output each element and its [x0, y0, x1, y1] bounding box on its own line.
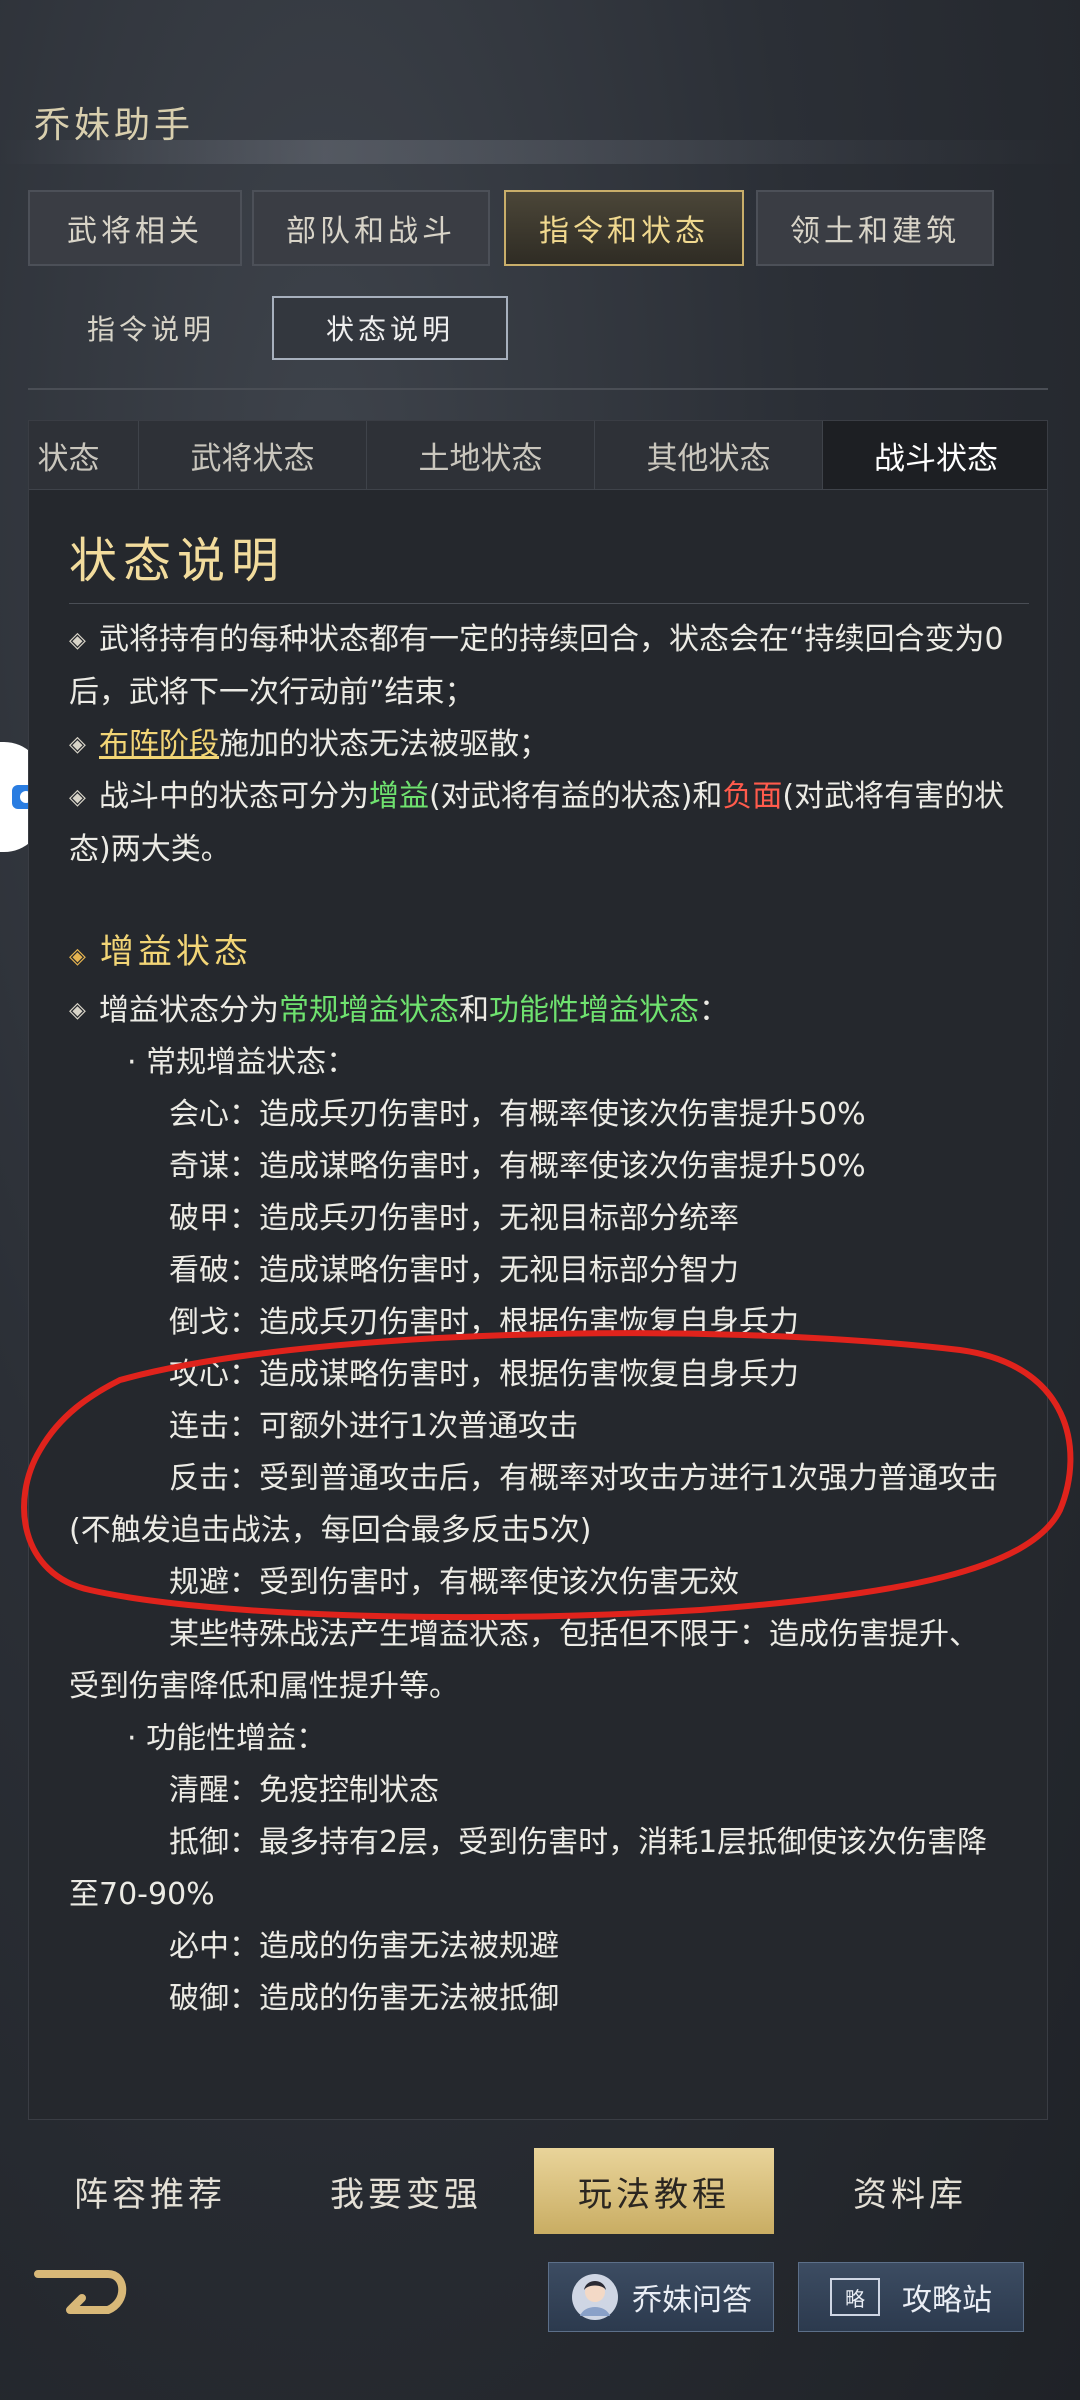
- list-item-resist-cont: 至70-90%: [69, 1877, 215, 1912]
- special-note-line-2: 受到伤害降低和属性提升等。: [69, 1669, 459, 1704]
- list-item: 奇谋：造成谋略伤害时，有概率使该次伤害提升50%: [169, 1149, 866, 1184]
- diamond-bullet-icon: ◈: [69, 732, 86, 757]
- functional-buff-title: · 功能性增益：: [127, 1721, 327, 1756]
- back-arrow-icon[interactable]: [30, 2262, 130, 2322]
- regular-buff-title: · 常规增益状态：: [127, 1045, 357, 1080]
- diamond-bullet-icon: ◈: [69, 998, 86, 1023]
- subtab-state-desc[interactable]: 状态说明: [272, 296, 508, 360]
- guide-badge-icon: 略: [830, 2278, 880, 2316]
- list-item: 破御：造成的伤害无法被抵御: [169, 1981, 559, 2016]
- nav-lineup[interactable]: 阵容推荐: [40, 2148, 260, 2234]
- qa-label: 乔妹问答: [632, 2283, 752, 2318]
- bottom-nav: 阵容推荐 我要变强 玩法教程 资料库: [0, 2148, 1080, 2238]
- nav-get-stronger[interactable]: 我要变强: [296, 2148, 516, 2234]
- state-tab-other[interactable]: 其他状态: [595, 421, 823, 489]
- intro-paragraph-3: ◈ 战斗中的状态可分为增益(对武将有益的状态)和负面(对武将有害的状态)两大类。: [69, 771, 1029, 876]
- content-panel: 状态 武将状态 土地状态 其他状态 战斗状态 状态说明 ◈ 武将持有的每种状态都有…: [28, 420, 1048, 2120]
- header-brush-stroke: [0, 140, 1080, 164]
- list-item-counter-note: (不触发追击战法，每回合最多反击5次): [69, 1513, 592, 1548]
- page-heading: 状态说明: [69, 521, 1029, 604]
- special-note-line-1: 某些特殊战法产生增益状态，包括但不限于：造成伤害提升、: [169, 1617, 979, 1652]
- diamond-bullet-icon: ◈: [69, 627, 86, 653]
- diamond-bullet-icon: ◈: [69, 943, 90, 969]
- list-item: 看破：造成谋略伤害时，无视目标部分智力: [169, 1253, 739, 1288]
- list-item: 倒戈：造成兵刃伤害时，根据伤害恢复自身兵力: [169, 1305, 799, 1340]
- tab-commands-states[interactable]: 指令和状态: [504, 190, 744, 266]
- tab-general[interactable]: 武将相关: [28, 190, 242, 266]
- state-tab-battle[interactable]: 战斗状态: [823, 421, 1047, 489]
- tab-territory-buildings[interactable]: 领土和建筑: [756, 190, 994, 266]
- section-divider: [28, 388, 1048, 390]
- list-item: 破甲：造成兵刃伤害时，无视目标部分统率: [169, 1201, 739, 1236]
- buff-section-title: ◈ 增益状态: [69, 931, 252, 972]
- list-item: 连击：可额外进行1次普通攻击: [169, 1409, 579, 1444]
- diamond-bullet-icon: ◈: [69, 784, 86, 810]
- state-tab-land[interactable]: 土地状态: [367, 421, 595, 489]
- content-body: 状态说明 ◈ 武将持有的每种状态都有一定的持续回合，状态会在“持续回合变为0后，武…: [69, 521, 1029, 2025]
- qa-button[interactable]: 乔妹问答: [548, 2262, 774, 2332]
- state-tab-partial[interactable]: 状态: [29, 421, 139, 489]
- subtab-command-desc[interactable]: 指令说明: [56, 296, 246, 360]
- list-item-dodge: 规避：受到伤害时，有概率使该次伤害无效: [169, 1565, 739, 1600]
- guide-button[interactable]: 略 攻略站: [798, 2262, 1024, 2332]
- list-item: 会心：造成兵刃伤害时，有概率使该次伤害提升50%: [169, 1097, 866, 1132]
- state-tabs-bar: 状态 武将状态 土地状态 其他状态 战斗状态: [29, 421, 1047, 490]
- nav-tutorial[interactable]: 玩法教程: [534, 2148, 774, 2234]
- list-item-resist: 抵御：最多持有2层，受到伤害时，消耗1层抵御使该次伤害降: [169, 1825, 988, 1860]
- intro-paragraph-2: ◈ 布阵阶段施加的状态无法被驱散；: [69, 719, 1029, 772]
- state-tab-general[interactable]: 武将状态: [139, 421, 367, 489]
- tab-troops-battle[interactable]: 部队和战斗: [252, 190, 490, 266]
- deploy-phase-link[interactable]: 布阵阶段: [99, 727, 219, 762]
- buff-lead: ◈ 增益状态分为常规增益状态和功能性增益状态：: [69, 985, 1029, 1038]
- intro-paragraph-1: ◈ 武将持有的每种状态都有一定的持续回合，状态会在“持续回合变为0后，武将下一次行…: [69, 614, 1029, 719]
- list-item: 攻心：造成谋略伤害时，根据伤害恢复自身兵力: [169, 1357, 799, 1392]
- avatar-icon: [572, 2274, 618, 2320]
- nav-database[interactable]: 资料库: [800, 2148, 1020, 2234]
- list-item: 清醒：免疫控制状态: [169, 1773, 439, 1808]
- list-item: 必中：造成的伤害无法被规避: [169, 1929, 559, 1964]
- list-item-counter: 反击：受到普通攻击后，有概率对攻击方进行1次强力普通攻击: [169, 1461, 999, 1496]
- guide-label: 攻略站: [902, 2283, 992, 2318]
